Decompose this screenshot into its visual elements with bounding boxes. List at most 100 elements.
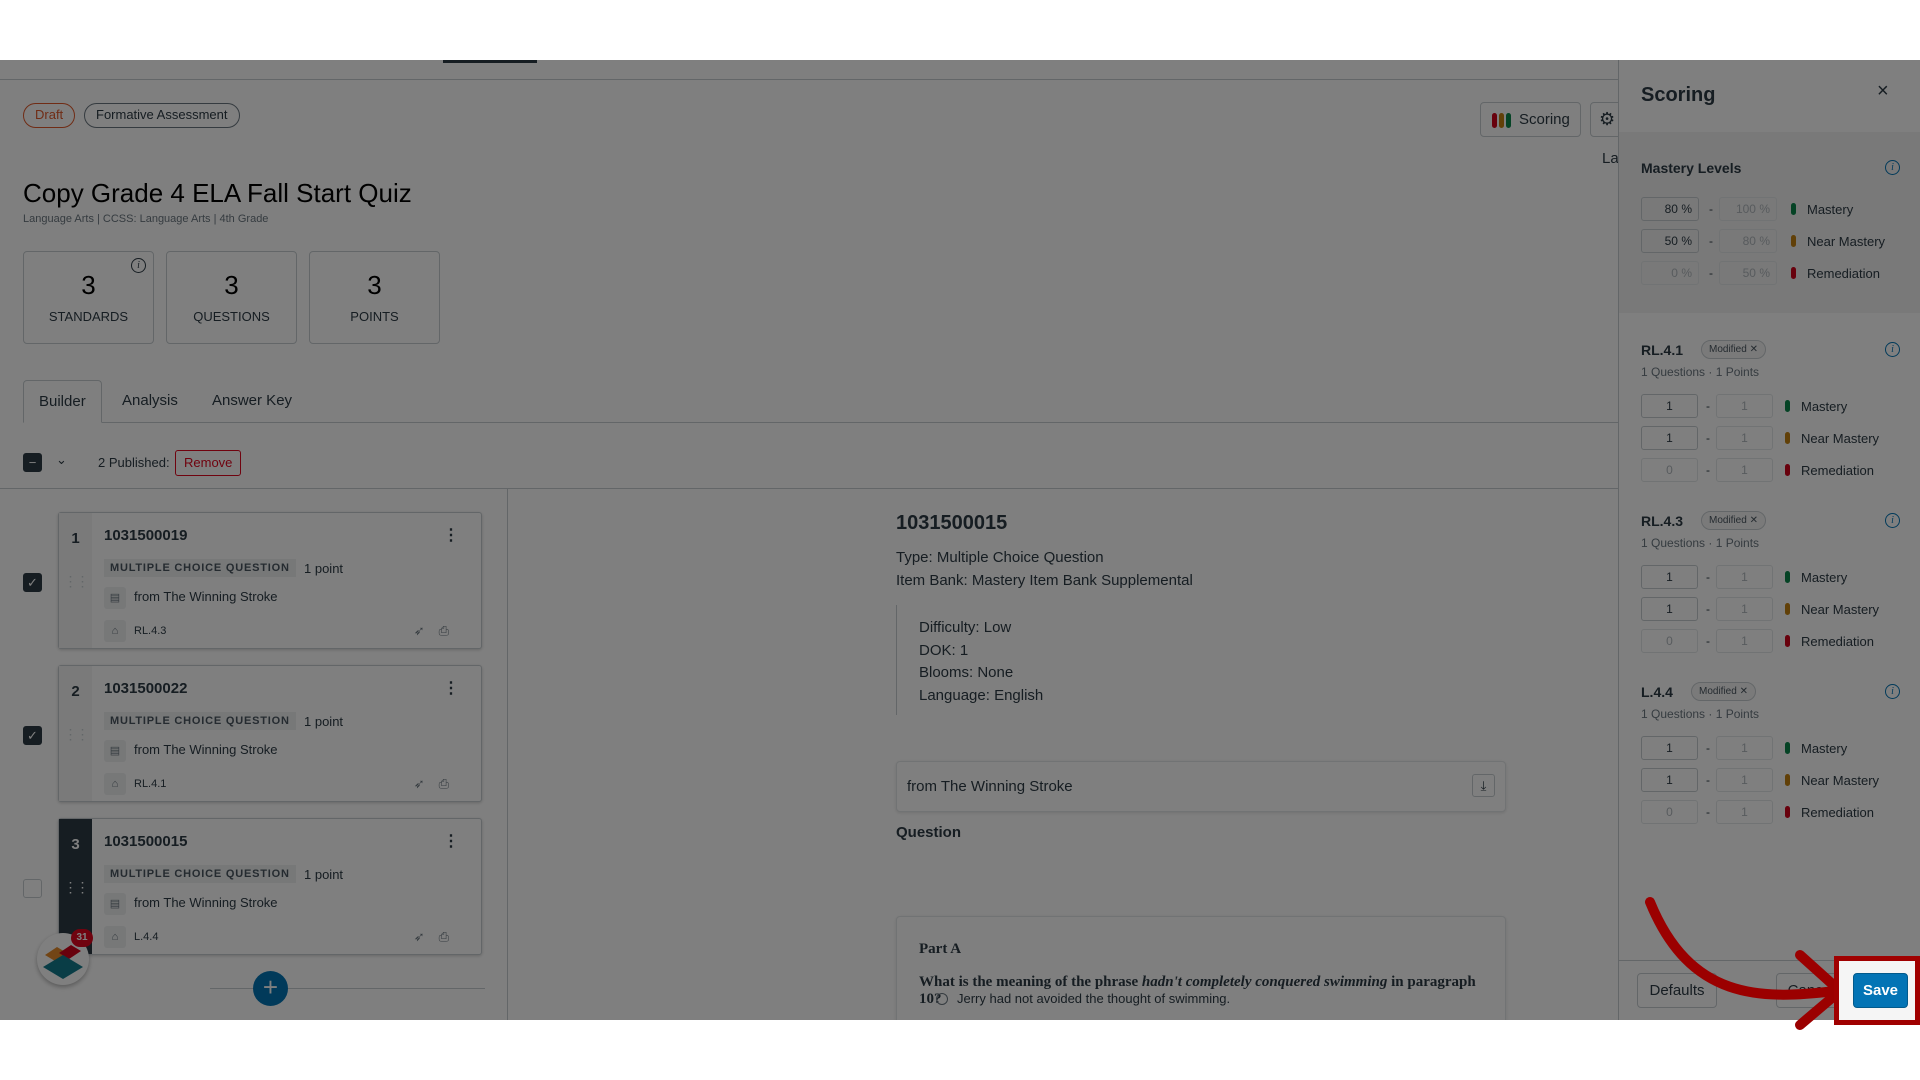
- range-dash: -: [1706, 431, 1710, 445]
- mastery-from-input[interactable]: 80 %: [1641, 197, 1699, 221]
- level-color-icon: [1785, 774, 1790, 786]
- level-label: Mastery: [1801, 741, 1848, 756]
- standard-to-input: 1: [1716, 768, 1773, 792]
- page-title: Copy Grade 4 ELA Fall Start Quiz: [23, 178, 412, 208]
- mastery-levels-title: Mastery Levels: [1641, 160, 1742, 176]
- standard-to-input: 1: [1716, 597, 1773, 621]
- question-source: ▤ from The Winning Stroke: [104, 587, 278, 609]
- level-color-icon: [1785, 742, 1790, 754]
- part-label: Part A: [919, 941, 962, 957]
- tab-builder[interactable]: Builder: [23, 380, 102, 423]
- subtitle: Language Arts | CCSS: Language Arts | 4t…: [23, 213, 269, 225]
- passage-box[interactable]: from The Winning Stroke ⤓: [896, 761, 1506, 812]
- question-card[interactable]: 3 ⋮⋮ 1031500015 ⋮ MULTIPLE CHOICE QUESTI…: [58, 818, 482, 955]
- info-icon[interactable]: i: [1885, 513, 1900, 528]
- more-options-icon[interactable]: ⋮: [443, 525, 459, 545]
- select-all-checkbox[interactable]: −: [23, 453, 42, 472]
- accommodations-icon[interactable]: ➶: [414, 776, 439, 791]
- level-label: Remediation: [1801, 634, 1874, 649]
- tab-analysis[interactable]: Analysis: [107, 380, 193, 423]
- mastery-from-input: 0 %: [1641, 261, 1699, 285]
- more-options-icon[interactable]: ⋮: [443, 678, 459, 698]
- mastery-to-input: 50 %: [1719, 261, 1777, 285]
- question-metadata: Difficulty: Low DOK: 1 Blooms: None Lang…: [919, 617, 1043, 707]
- stat-value: 3: [81, 270, 96, 300]
- info-icon[interactable]: i: [1885, 160, 1900, 175]
- tab-answer-key[interactable]: Answer Key: [197, 380, 307, 423]
- drag-handle-icon[interactable]: ⋮⋮: [59, 726, 92, 743]
- level-label: Mastery: [1807, 202, 1854, 217]
- question-standard: ⌂ RL.4.1: [104, 773, 166, 795]
- defaults-button[interactable]: Defaults: [1637, 973, 1717, 1008]
- standard-to-input: 1: [1716, 426, 1773, 450]
- print-icon[interactable]: ⎙: [439, 776, 463, 791]
- info-icon[interactable]: i: [131, 258, 146, 273]
- standard-to-input: 1: [1716, 800, 1773, 824]
- question-type-tag: MULTIPLE CHOICE QUESTION: [104, 712, 296, 730]
- accommodations-icon[interactable]: ➶: [414, 623, 439, 638]
- drag-handle-icon[interactable]: ⋮⋮: [59, 573, 92, 590]
- range-dash: -: [1709, 234, 1713, 248]
- standard-from-input[interactable]: 1: [1641, 565, 1698, 589]
- modified-badge[interactable]: Modified ✕: [1701, 511, 1766, 530]
- expand-passage-icon[interactable]: ⤓: [1472, 774, 1495, 797]
- scoring-button[interactable]: Scoring: [1480, 102, 1581, 137]
- mastery-to-input: 80 %: [1719, 229, 1777, 253]
- standard-from-input[interactable]: 1: [1641, 736, 1698, 760]
- save-button[interactable]: Save: [1853, 973, 1908, 1008]
- stat-value: 3: [224, 270, 239, 300]
- stat-label: POINTS: [350, 309, 399, 324]
- modified-badge[interactable]: Modified ✕: [1691, 682, 1756, 701]
- standard-code: L.4.4: [1641, 684, 1673, 700]
- add-question-button[interactable]: +: [253, 971, 288, 1006]
- level-label: Mastery: [1801, 570, 1848, 585]
- print-icon[interactable]: ⎙: [439, 929, 463, 944]
- question-id: 1031500022: [104, 680, 188, 697]
- question-card[interactable]: 1 ⋮⋮ 1031500019 ⋮ MULTIPLE CHOICE QUESTI…: [58, 512, 482, 649]
- question-points: 1 point: [304, 714, 344, 729]
- card-tools: ➶⎙: [414, 623, 463, 639]
- level-label: Remediation: [1801, 463, 1874, 478]
- level-color-icon: [1791, 267, 1796, 279]
- level-color-icon: [1785, 432, 1790, 444]
- stat-points: 3 POINTS: [309, 251, 440, 344]
- question-checkbox[interactable]: ✓: [23, 726, 42, 745]
- divider: [210, 988, 485, 989]
- accommodations-icon[interactable]: ➶: [414, 929, 439, 944]
- truncated-label: La: [1602, 150, 1619, 167]
- chevron-down-icon[interactable]: ⌄: [56, 452, 67, 468]
- level-color-icon: [1785, 571, 1790, 583]
- question-source: ▤ from The Winning Stroke: [104, 893, 278, 915]
- document-icon: ▤: [104, 893, 126, 915]
- question-checkbox[interactable]: [23, 879, 42, 898]
- level-color-icon: [1785, 400, 1790, 412]
- standard-to-input: 1: [1716, 629, 1773, 653]
- modified-badge[interactable]: Modified ✕: [1701, 340, 1766, 359]
- answer-radio[interactable]: [936, 993, 948, 1005]
- standard-from-input[interactable]: 1: [1641, 597, 1698, 621]
- info-icon[interactable]: i: [1885, 684, 1900, 699]
- question-type: Type: Multiple Choice Question: [896, 549, 1104, 566]
- standard-from-input[interactable]: 1: [1641, 426, 1698, 450]
- info-icon[interactable]: i: [1885, 342, 1900, 357]
- stat-standards: i 3 STANDARDS: [23, 251, 154, 344]
- question-type-tag: MULTIPLE CHOICE QUESTION: [104, 559, 296, 577]
- assessment-type-badge: Formative Assessment: [84, 103, 240, 128]
- close-icon[interactable]: ×: [1877, 80, 1889, 103]
- mastery-from-input[interactable]: 50 %: [1641, 229, 1699, 253]
- range-dash: -: [1706, 463, 1710, 477]
- standard-to-input: 1: [1716, 458, 1773, 482]
- print-icon[interactable]: ⎙: [439, 623, 463, 638]
- remove-button[interactable]: Remove: [175, 450, 242, 476]
- question-card[interactable]: 2 ⋮⋮ 1031500022 ⋮ MULTIPLE CHOICE QUESTI…: [58, 665, 482, 802]
- standard-from-input[interactable]: 1: [1641, 768, 1698, 792]
- panel-title: Scoring: [1641, 84, 1716, 106]
- drag-handle-icon[interactable]: ⋮⋮: [59, 879, 92, 896]
- standard-from-input: 0: [1641, 800, 1698, 824]
- more-options-icon[interactable]: ⋮: [443, 831, 459, 851]
- question-standard: ⌂ L.4.4: [104, 926, 158, 948]
- question-heading: Question: [896, 824, 962, 841]
- standard-from-input[interactable]: 1: [1641, 394, 1698, 418]
- question-checkbox[interactable]: ✓: [23, 573, 42, 592]
- level-color-icon: [1791, 235, 1796, 247]
